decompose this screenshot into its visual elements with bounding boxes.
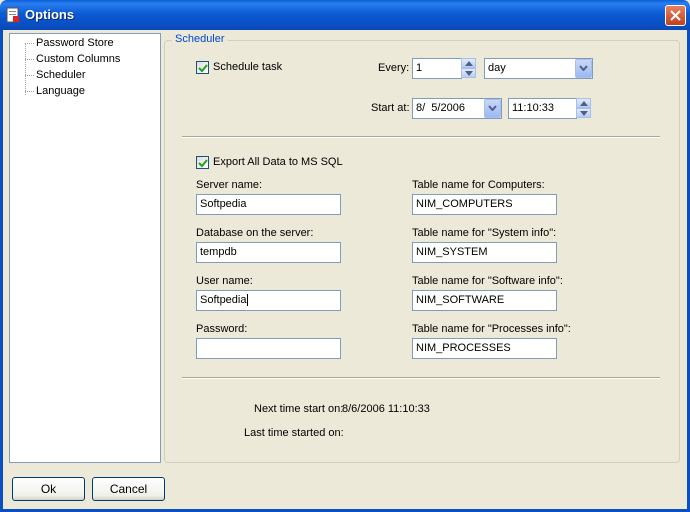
arrow-up-icon (580, 101, 588, 106)
spin-up-button[interactable] (461, 58, 476, 68)
server-name-input[interactable]: Softpedia (196, 194, 341, 215)
options-window: Options Password Store Custom Columns Sc… (0, 0, 690, 512)
window-title: Options (25, 7, 75, 22)
cancel-button[interactable]: Cancel (92, 477, 165, 501)
checkmark-icon (198, 159, 208, 168)
database-input[interactable]: tempdb (196, 242, 341, 263)
tbl-system-input[interactable]: NIM_SYSTEM (412, 242, 557, 263)
tbl-computers-input[interactable]: NIM_COMPUTERS (412, 194, 557, 215)
every-label: Every: (378, 62, 410, 74)
tbl-software-input[interactable]: NIM_SOFTWARE (412, 290, 557, 311)
chevron-down-icon (488, 105, 497, 111)
chevron-down-icon (579, 65, 588, 71)
start-at-label: Start at: (371, 102, 410, 114)
separator (182, 377, 660, 379)
app-icon (6, 7, 19, 23)
title-bar[interactable]: Options (0, 0, 690, 30)
password-label: Password: (196, 323, 248, 335)
tree-item-scheduler[interactable]: Scheduler (25, 69, 87, 83)
close-button[interactable] (665, 5, 686, 26)
tbl-software-label: Table name for "Software info": (412, 275, 563, 287)
checkmark-icon (198, 64, 208, 73)
tree-item-label: Custom Columns (36, 53, 121, 65)
every-input[interactable]: 1 (412, 58, 462, 79)
tbl-computers-label: Table name for Computers: (412, 179, 545, 191)
tree-item-language[interactable]: Language (25, 85, 86, 99)
tbl-system-label: Table name for "System info": (412, 227, 557, 239)
start-time-spinner[interactable] (576, 98, 591, 118)
schedule-task-label: Schedule task (213, 61, 283, 73)
options-tree[interactable]: Password Store Custom Columns Scheduler … (9, 33, 161, 463)
schedule-task-checkbox[interactable] (196, 61, 209, 74)
export-sql-checkbox[interactable] (196, 156, 209, 169)
window-frame-left (0, 30, 3, 512)
arrow-down-icon (465, 71, 473, 76)
next-time-value: 8/6/2006 11:10:33 (342, 403, 430, 415)
close-icon (670, 10, 681, 21)
export-sql-label: Export All Data to MS SQL (213, 156, 343, 168)
separator (182, 136, 660, 138)
last-time-label: Last time started on: (244, 427, 344, 439)
database-label: Database on the server: (196, 227, 314, 239)
start-date-dropdown-button[interactable] (484, 99, 501, 118)
text-caret (247, 294, 249, 307)
start-date-value: 8/ 5/2006 (416, 102, 465, 114)
tree-item-label: Password Store (36, 37, 114, 49)
start-time-input[interactable]: 11:10:33 (508, 98, 577, 119)
tree-item-label: Scheduler (35, 69, 87, 81)
tree-item-custom-columns[interactable]: Custom Columns (25, 53, 121, 67)
user-name-value: Softpedia (200, 294, 247, 306)
next-time-label: Next time start on: (254, 403, 344, 415)
arrow-up-icon (465, 61, 473, 66)
ok-button[interactable]: Ok (12, 477, 85, 501)
tree-item-password-store[interactable]: Password Store (25, 37, 115, 51)
spin-down-button[interactable] (461, 68, 476, 78)
tbl-processes-input[interactable]: NIM_PROCESSES (412, 338, 557, 359)
arrow-down-icon (580, 111, 588, 116)
every-spinner[interactable] (461, 58, 476, 78)
every-unit-dropdown-button[interactable] (575, 59, 592, 78)
every-unit-value: day (488, 62, 506, 74)
spin-down-button[interactable] (576, 108, 591, 118)
server-name-label: Server name: (196, 179, 263, 191)
scheduler-group-title: Scheduler (172, 33, 228, 45)
user-name-input[interactable]: Softpedia (196, 290, 341, 311)
spin-up-button[interactable] (576, 98, 591, 108)
password-input[interactable] (196, 338, 341, 359)
user-name-label: User name: (196, 275, 253, 287)
tbl-processes-label: Table name for "Processes info": (412, 323, 571, 335)
tree-item-label: Language (36, 85, 85, 97)
